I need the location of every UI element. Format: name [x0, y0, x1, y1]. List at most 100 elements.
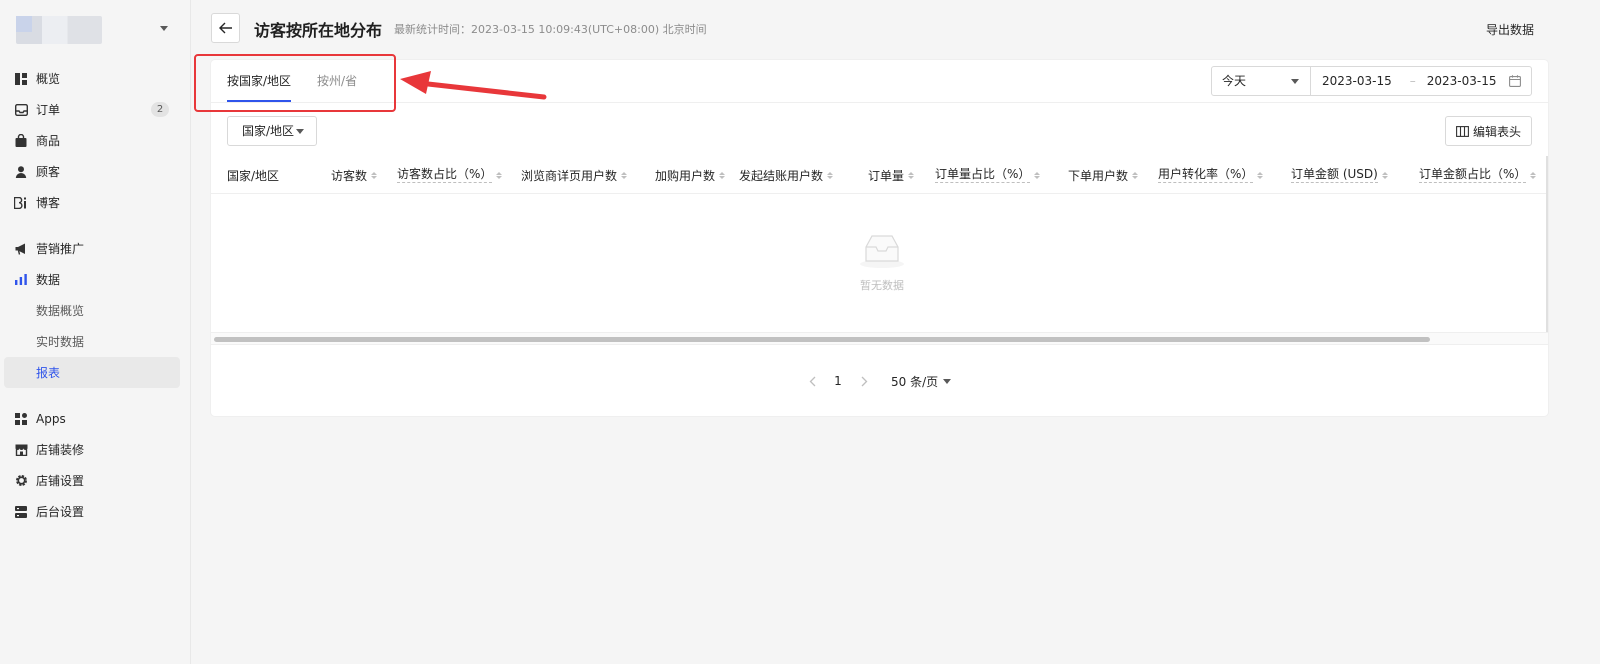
sort-icon [496, 171, 503, 179]
sidebar-item-orders[interactable]: 订单 2 [0, 94, 190, 125]
report-card: 按国家/地区 按州/省 今天 2023-03-15 – 2023-03-15 国… [211, 60, 1548, 416]
column-header-order-amount[interactable]: 订单金额 (USD) [1291, 156, 1388, 194]
next-page-button[interactable] [853, 370, 875, 392]
annotation-highlight-box [194, 54, 396, 112]
date-range-preset-select[interactable]: 今天 [1211, 66, 1311, 96]
bar-chart-icon [14, 273, 28, 287]
sort-icon [371, 171, 378, 179]
sort-icon [1132, 171, 1139, 179]
column-label: 浏览商详页用户数 [521, 168, 618, 183]
export-data-button[interactable]: 导出数据 [1486, 21, 1534, 38]
columns-icon [1456, 125, 1469, 137]
sidebar-item-label: 商品 [36, 134, 61, 148]
sidebar-item-label: 营销推广 [36, 242, 85, 256]
column-header-checkout-users[interactable]: 发起结账用户数 [739, 156, 834, 194]
date-range-preset-value: 今天 [1222, 74, 1247, 88]
scrollbar-thumb[interactable] [214, 337, 1430, 342]
user-icon [14, 165, 28, 179]
page-number[interactable]: 1 [827, 370, 849, 392]
shopping-bag-icon [14, 134, 28, 148]
sidebar-item-store-settings[interactable]: 店铺设置 [0, 465, 190, 496]
apps-icon [14, 412, 28, 426]
sidebar-item-data[interactable]: 数据 [0, 264, 190, 295]
annotation-arrow-icon [400, 71, 547, 100]
column-header-ordering-users[interactable]: 下单用户数 [1068, 156, 1139, 194]
sidebar-item-apps[interactable]: Apps [0, 403, 190, 434]
start-date: 2023-03-15 [1322, 74, 1392, 88]
sidebar-subitem-reports[interactable]: 报表 [4, 357, 180, 388]
horizontal-scrollbar[interactable] [211, 332, 1548, 345]
page-size-value: 50 条/页 [891, 374, 939, 389]
server-icon [14, 505, 28, 519]
column-label: 加购用户数 [655, 168, 716, 183]
caret-down-icon [943, 378, 952, 384]
date-range-picker[interactable]: 2023-03-15 – 2023-03-15 [1310, 66, 1532, 96]
sidebar-item-label: 概览 [36, 72, 61, 86]
column-label: 国家/地区 [227, 168, 280, 183]
sidebar-subitem-data-overview[interactable]: 数据概览 [0, 295, 190, 326]
column-header-order-amount-share[interactable]: 订单金额占比（%） [1419, 156, 1537, 194]
caret-down-icon [1291, 79, 1299, 84]
sidebar-item-label: 店铺装修 [36, 443, 85, 457]
sidebar-item-blog[interactable]: 博客 [0, 187, 190, 218]
sidebar-item-label: 订单 [36, 103, 61, 117]
chevron-right-icon [861, 376, 867, 386]
sort-icon [1257, 171, 1264, 179]
sort-icon [1381, 171, 1388, 179]
sidebar-item-label: 顾客 [36, 165, 61, 179]
prev-page-button[interactable] [801, 370, 823, 392]
sidebar-item-label: 店铺设置 [36, 474, 85, 488]
empty-inbox-icon [857, 233, 907, 272]
column-label: 访客数 [331, 168, 368, 183]
sidebar-item-marketing[interactable]: 营销推广 [0, 233, 190, 264]
store-logo [16, 16, 102, 44]
sidebar-item-customers[interactable]: 顾客 [0, 156, 190, 187]
sort-icon [719, 171, 726, 179]
column-label: 订单金额 (USD) [1291, 167, 1378, 183]
blog-icon [14, 196, 28, 210]
column-label: 订单量占比（%） [935, 167, 1031, 183]
column-header-conversion-rate[interactable]: 用户转化率（%） [1158, 156, 1264, 194]
end-date: 2023-03-15 [1426, 74, 1497, 88]
chevron-left-icon [809, 376, 815, 386]
sidebar-item-overview[interactable]: 概览 [0, 63, 190, 94]
sidebar-item-store-design[interactable]: 店铺装修 [0, 434, 190, 465]
sort-icon [827, 171, 834, 179]
sidebar-item-label: 博客 [36, 196, 61, 210]
column-header-add-to-cart-users[interactable]: 加购用户数 [655, 156, 726, 194]
megaphone-icon [14, 242, 28, 256]
page-title: 访客按所在地分布 [254, 21, 383, 40]
country-filter-select[interactable]: 国家/地区 [227, 116, 317, 146]
edit-columns-button[interactable]: 编辑表头 [1445, 116, 1532, 146]
edit-columns-label: 编辑表头 [1472, 124, 1521, 139]
column-label: 订单量 [868, 168, 905, 183]
caret-down-icon [296, 129, 304, 134]
column-label: 用户转化率（%） [1158, 167, 1254, 183]
pagination: 1 50 条/页 [801, 370, 952, 392]
date-separator: – [1409, 74, 1416, 88]
column-label: 订单金额占比（%） [1419, 167, 1527, 183]
dashboard-icon [14, 72, 28, 86]
column-header-country[interactable]: 国家/地区 [227, 156, 279, 194]
tabs-divider [211, 102, 1548, 103]
empty-state: 暂无数据 [211, 195, 1548, 332]
storefront-icon [14, 443, 28, 457]
sort-icon [908, 171, 915, 179]
column-header-order-share[interactable]: 订单量占比（%） [935, 156, 1041, 194]
sidebar-subitem-realtime-data[interactable]: 实时数据 [0, 326, 190, 357]
column-header-order-count[interactable]: 订单量 [868, 156, 915, 194]
store-switcher[interactable] [16, 14, 176, 44]
page-size-select[interactable]: 50 条/页 [891, 373, 952, 390]
column-header-visitor-share[interactable]: 访客数占比（%） [397, 156, 503, 194]
sidebar-item-products[interactable]: 商品 [0, 125, 190, 156]
column-label: 下单用户数 [1068, 168, 1129, 183]
sidebar-item-admin-settings[interactable]: 后台设置 [0, 496, 190, 527]
column-header-product-page-viewers[interactable]: 浏览商详页用户数 [521, 156, 628, 194]
column-label: 发起结账用户数 [739, 168, 824, 183]
inbox-icon [14, 103, 28, 117]
back-button[interactable] [211, 13, 240, 43]
sidebar-item-label: 数据 [36, 273, 61, 287]
sort-icon [1034, 171, 1041, 179]
column-header-visitors[interactable]: 访客数 [331, 156, 378, 194]
sort-icon [1530, 171, 1537, 179]
